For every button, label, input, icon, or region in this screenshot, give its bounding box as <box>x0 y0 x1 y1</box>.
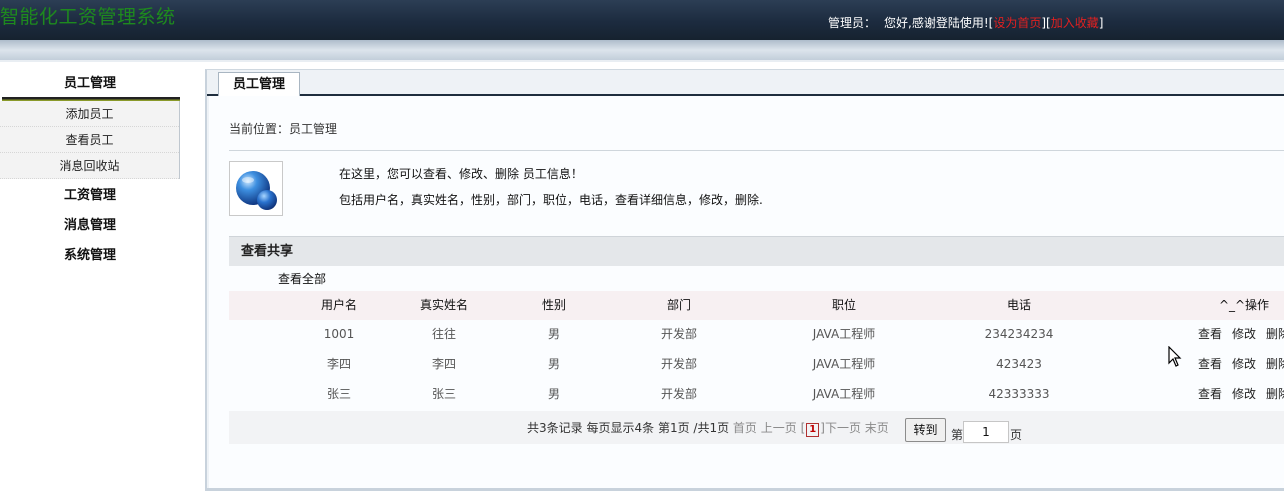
page-suffix: 页 <box>1010 428 1023 442</box>
view-all-link[interactable]: 查看全部 <box>278 270 326 287</box>
edit-button[interactable]: 修改 <box>1232 380 1256 409</box>
system-title: 智能化工资管理系统 <box>0 6 176 28</box>
pagination-info: 共3条记录 每页显示4条 第1页 /共1页 首页 上一页 [1]下一页 末页 <box>527 421 889 437</box>
cell-actions: 查看修改删除 <box>1184 350 1284 379</box>
cell-department: 开发部 <box>660 357 697 371</box>
total-records: 共3条记录 <box>527 421 583 435</box>
intro-line-2: 包括用户名，真实姓名，性别，部门，职位，电话，查看详细信息，修改，删除. <box>339 193 763 207</box>
current-page-text: 第1页 <box>657 421 690 435</box>
header-phone: 电话 <box>1006 298 1031 312</box>
cell-phone: 423423 <box>996 357 1042 371</box>
cell-actions: 查看修改删除 <box>1184 320 1284 349</box>
total-pages: /共1页 <box>693 421 730 435</box>
cell-position: JAVA工程师 <box>812 387 876 401</box>
next-page-link[interactable]: 下一页 <box>825 421 861 435</box>
menu-system-management[interactable]: 系统管理 <box>0 244 180 263</box>
view-button[interactable]: 查看 <box>1198 320 1222 349</box>
per-page: 每页显示4条 <box>586 421 655 435</box>
section-title: 查看共享 <box>229 236 1284 266</box>
main-panel-bottom <box>205 488 1284 491</box>
cell-department: 开发部 <box>660 387 697 401</box>
first-page-link[interactable]: 首页 <box>733 421 757 435</box>
view-button[interactable]: 查看 <box>1198 350 1222 379</box>
goto-button[interactable]: 转到 <box>905 418 946 442</box>
cell-gender: 男 <box>547 387 560 401</box>
sidebar-item-add-employee[interactable]: 添加员工 <box>0 101 179 127</box>
view-button[interactable]: 查看 <box>1198 380 1222 409</box>
header-realname: 真实姓名 <box>419 298 468 312</box>
menu-employee-management[interactable]: 员工管理 <box>0 72 180 91</box>
prev-page-link[interactable]: 上一页 <box>761 421 797 435</box>
globe-icon <box>229 161 283 216</box>
edit-button[interactable]: 修改 <box>1232 350 1256 379</box>
admin-label: 管理员： <box>828 16 877 30</box>
table-row: 1001 往往 男 开发部 JAVA工程师 234234234 查看修改删除 <box>229 320 1284 350</box>
set-home-link[interactable]: 设为首页 <box>993 16 1041 30</box>
cell-phone: 234234234 <box>984 327 1054 341</box>
menu-salary-management[interactable]: 工资管理 <box>0 184 180 203</box>
top-banner: 智能化工资管理系统 管理员： 您好,感谢登陆使用![设为首页][加入收藏] <box>0 0 1284 40</box>
delete-button[interactable]: 删除 <box>1266 320 1284 349</box>
cell-actions: 查看修改删除 <box>1184 380 1284 409</box>
cell-realname: 张三 <box>431 387 456 401</box>
cell-phone: 42333333 <box>988 387 1050 401</box>
menu-message-management[interactable]: 消息管理 <box>0 214 180 233</box>
breadcrumb: 当前位置：员工管理 <box>229 122 338 136</box>
header-actions: ^_^操作 <box>1218 298 1270 312</box>
sidebar-item-message-recycle[interactable]: 消息回收站 <box>0 153 179 179</box>
add-favorite-link[interactable]: 加入收藏 <box>1051 16 1099 30</box>
table-header: 用户名 真实姓名 性别 部门 职位 电话 ^_^操作 <box>229 291 1284 320</box>
welcome-text: 您好,感谢登陆使用! <box>884 16 989 30</box>
cell-gender: 男 <box>547 357 560 371</box>
user-bar: 管理员： 您好,感谢登陆使用![设为首页][加入收藏] <box>828 14 1103 31</box>
last-page-link[interactable]: 末页 <box>865 421 889 435</box>
cell-position: JAVA工程师 <box>812 357 876 371</box>
delete-button[interactable]: 删除 <box>1266 380 1284 409</box>
tab-underline <box>207 94 1284 96</box>
divider <box>229 150 1284 151</box>
sidebar-item-view-employee[interactable]: 查看员工 <box>0 127 179 153</box>
delete-button[interactable]: 删除 <box>1266 350 1284 379</box>
header-position: 职位 <box>831 298 856 312</box>
banner-subbar <box>0 40 1284 60</box>
cell-realname: 李四 <box>431 357 456 371</box>
mouse-cursor-icon <box>1168 345 1182 368</box>
table-row: 李四 李四 男 开发部 JAVA工程师 423423 查看修改删除 <box>229 350 1284 380</box>
pagination-bar: 共3条记录 每页显示4条 第1页 /共1页 首页 上一页 [1]下一页 末页 转… <box>229 411 1284 444</box>
header-department: 部门 <box>666 298 691 312</box>
intro-line-1: 在这里，您可以查看、修改、删除 员工信息！ <box>339 167 583 181</box>
cell-department: 开发部 <box>660 327 697 341</box>
edit-button[interactable]: 修改 <box>1232 320 1256 349</box>
bracket-close: ] <box>1098 16 1104 30</box>
employee-submenu: 添加员工 查看员工 消息回收站 <box>0 101 180 179</box>
sidebar: 员工管理 添加员工 查看员工 消息回收站 工资管理 消息管理 系统管理 <box>0 62 180 502</box>
cell-position: JAVA工程师 <box>812 327 876 341</box>
cell-gender: 男 <box>547 327 560 341</box>
current-page-number[interactable]: 1 <box>806 423 820 437</box>
page-prefix: 第 <box>951 428 964 442</box>
table-row: 张三 张三 男 开发部 JAVA工程师 42333333 查看修改删除 <box>229 380 1284 410</box>
header-gender: 性别 <box>541 298 566 312</box>
sidebar-gutter <box>180 62 200 502</box>
cell-realname: 往往 <box>431 327 456 341</box>
tab-employee-management[interactable]: 员工管理 <box>218 72 300 96</box>
page-number-input[interactable] <box>963 421 1009 443</box>
